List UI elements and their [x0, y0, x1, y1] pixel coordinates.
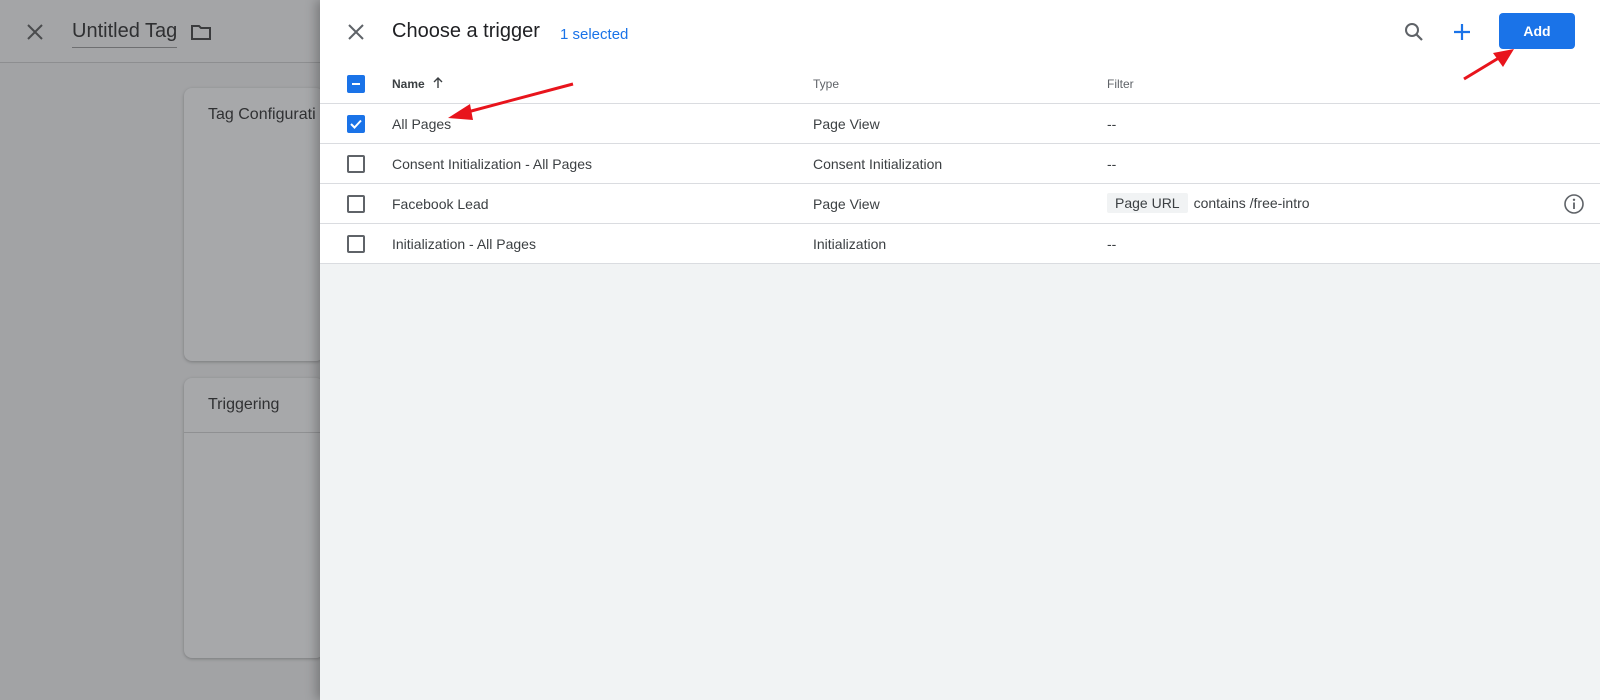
table-row[interactable]: Consent Initialization - All Pages Conse… — [320, 144, 1600, 184]
triggering-title: Triggering — [208, 396, 280, 413]
selected-count: 1 selected — [560, 26, 629, 43]
plus-icon[interactable] — [1451, 21, 1473, 43]
tag-configuration-title: Tag Configurati — [208, 106, 316, 123]
trigger-name[interactable]: Consent Initialization - All Pages — [392, 156, 592, 172]
row-checkbox[interactable] — [347, 155, 365, 173]
folder-icon[interactable] — [191, 23, 211, 41]
add-button[interactable]: Add — [1499, 13, 1575, 49]
panel-title: Choose a trigger — [392, 20, 540, 42]
tag-name-field[interactable]: Untitled Tag — [72, 20, 178, 48]
row-checkbox[interactable] — [347, 235, 365, 253]
filter-variable-chip: Page URL — [1107, 193, 1188, 213]
column-header-type[interactable]: Type — [813, 77, 839, 91]
row-checkbox[interactable] — [347, 115, 365, 133]
card-divider — [184, 432, 324, 433]
table-row[interactable]: Facebook Lead Page View Page URL contains… — [320, 184, 1600, 224]
close-icon[interactable] — [26, 23, 44, 41]
row-checkbox[interactable] — [347, 195, 365, 213]
trigger-name[interactable]: Initialization - All Pages — [392, 236, 536, 252]
trigger-type: Consent Initialization — [813, 156, 943, 172]
column-header-name[interactable]: Name — [392, 77, 444, 91]
filter-condition: contains /free-intro — [1193, 195, 1310, 211]
trigger-type: Page View — [813, 116, 880, 132]
select-all-checkbox[interactable] — [347, 75, 365, 93]
search-icon[interactable] — [1403, 21, 1425, 43]
table-row[interactable]: Initialization - All Pages Initializatio… — [320, 224, 1600, 264]
trigger-name[interactable]: All Pages — [392, 116, 451, 132]
sort-arrow-up-icon — [433, 77, 443, 88]
trigger-filter: Page URL contains /free-intro — [1107, 193, 1310, 213]
trigger-type: Page View — [813, 196, 880, 212]
trigger-table: Name Type Filter All Pages Page View -- … — [320, 64, 1600, 264]
trigger-name[interactable]: Facebook Lead — [392, 196, 489, 212]
triggering-card[interactable]: Triggering — [184, 378, 324, 658]
column-header-filter: Filter — [1107, 77, 1134, 91]
column-header-name-label: Name — [392, 77, 425, 91]
info-icon[interactable] — [1563, 193, 1585, 215]
table-header-row: Name Type Filter — [320, 64, 1600, 104]
trigger-filter: -- — [1107, 156, 1117, 172]
trigger-filter: -- — [1107, 236, 1117, 252]
trigger-type: Initialization — [813, 236, 887, 252]
trigger-filter: -- — [1107, 116, 1117, 132]
tag-configuration-card[interactable]: Tag Configurati — [184, 88, 324, 361]
choose-trigger-panel: Choose a trigger 1 selected Add Name Typ… — [320, 0, 1600, 700]
close-icon[interactable] — [346, 22, 366, 42]
table-row[interactable]: All Pages Page View -- — [320, 104, 1600, 144]
tag-editor-header: Untitled Tag — [0, 0, 320, 63]
